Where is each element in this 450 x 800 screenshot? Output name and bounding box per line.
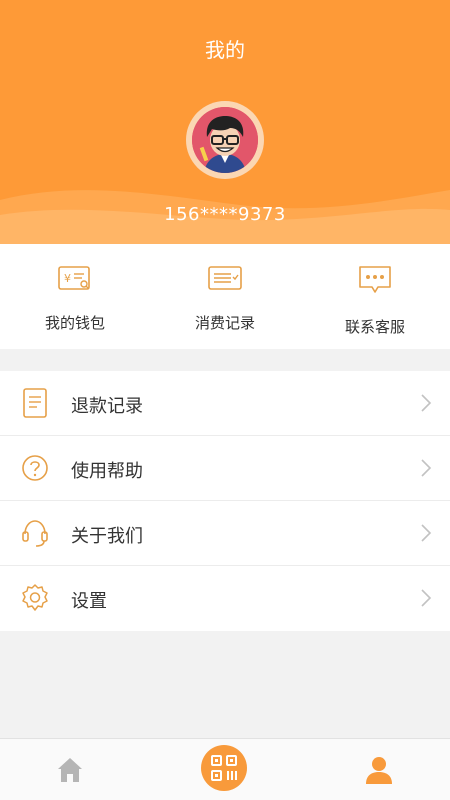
wallet-icon: ¥ [58, 266, 90, 290]
chevron-right-icon [421, 394, 432, 412]
chevron-right-icon [421, 589, 432, 607]
menu-item-refunds[interactable]: 退款记录 [0, 371, 450, 436]
document-icon [23, 388, 47, 418]
home-icon [58, 758, 82, 782]
settings-menu: 退款记录 使用帮助 关于我们 设置 [0, 371, 450, 631]
tab-profile[interactable] [365, 755, 393, 785]
chevron-right-icon [421, 459, 432, 477]
tab-scan[interactable] [201, 745, 247, 791]
avatar[interactable] [186, 101, 264, 179]
profile-header: 我的 156****9373 [0, 0, 450, 244]
quick-action-receipts[interactable]: 消费记录 [150, 244, 300, 349]
tab-home[interactable] [55, 755, 85, 785]
svg-text:¥: ¥ [64, 272, 71, 285]
gear-icon [22, 584, 48, 611]
bottom-tab-bar [0, 738, 450, 800]
page-title: 我的 [205, 38, 245, 62]
user-phone: 156****9373 [164, 204, 286, 225]
quick-action-label: 消费记录 [194, 314, 255, 332]
quick-action-label: 联系客服 [344, 318, 405, 336]
quick-action-wallet[interactable]: ¥ 我的钱包 [0, 244, 150, 349]
menu-item-label: 退款记录 [71, 396, 143, 417]
help-icon [22, 455, 48, 481]
menu-item-about[interactable]: 关于我们 [0, 501, 450, 566]
avatar-image [192, 107, 258, 173]
menu-item-label: 使用帮助 [71, 461, 143, 482]
menu-item-label: 设置 [71, 591, 107, 612]
receipt-icon [208, 266, 242, 290]
quick-actions: ¥ 我的钱包 消费记录 联系客服 [0, 244, 450, 349]
chat-icon [359, 266, 391, 293]
menu-item-help[interactable]: 使用帮助 [0, 436, 450, 501]
menu-item-settings[interactable]: 设置 [0, 566, 450, 631]
quick-action-support[interactable]: 联系客服 [300, 244, 450, 349]
qr-code-icon [211, 755, 237, 781]
chevron-right-icon [421, 524, 432, 542]
user-icon [366, 757, 392, 784]
headset-icon [22, 520, 48, 547]
quick-action-label: 我的钱包 [44, 314, 105, 332]
menu-item-label: 关于我们 [71, 526, 143, 547]
